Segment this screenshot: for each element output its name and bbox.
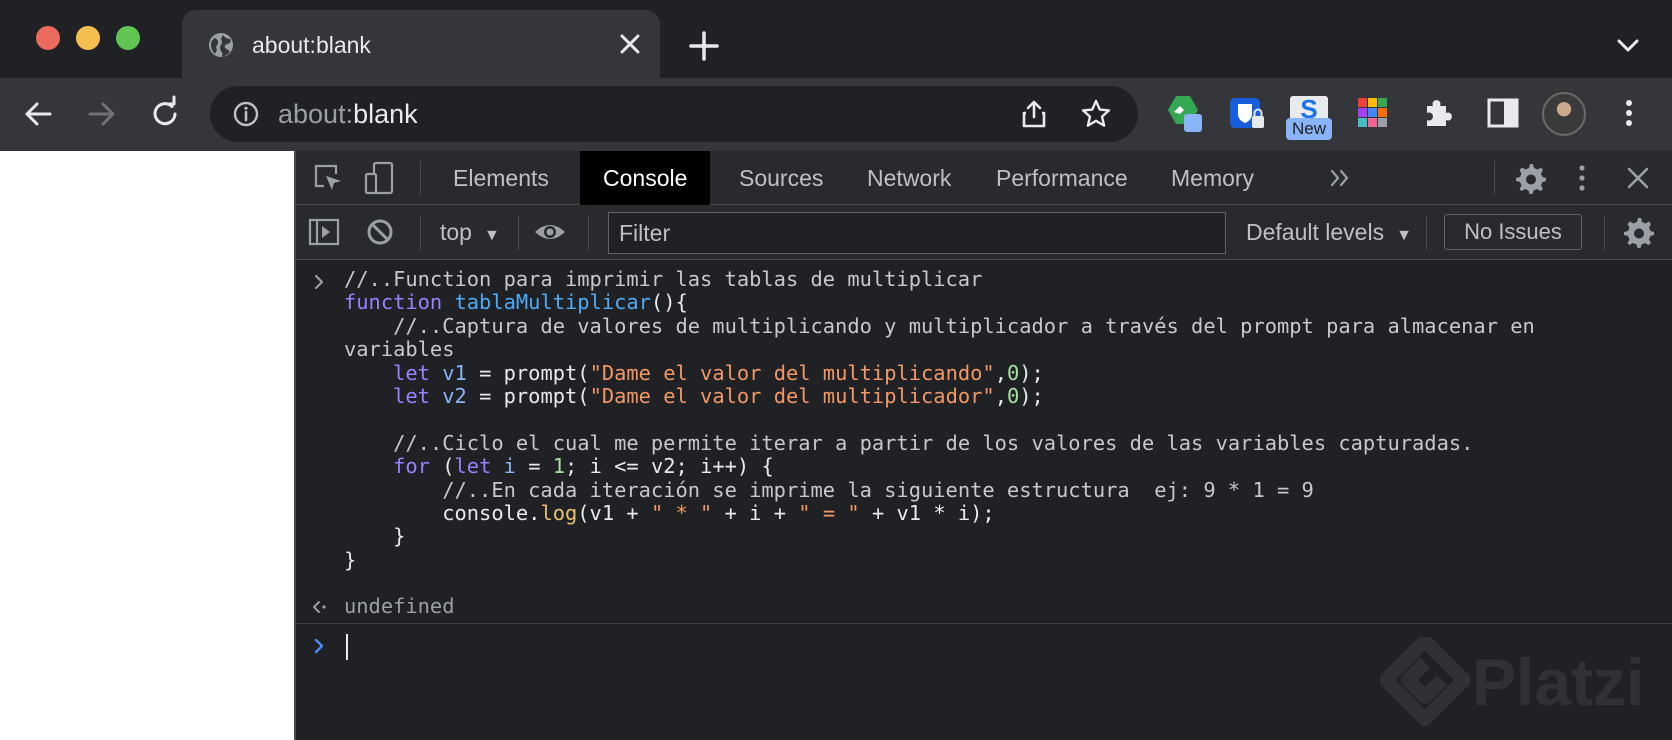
minimize-window-button[interactable] <box>76 26 100 50</box>
platzi-logo-icon <box>1379 634 1471 726</box>
chevron-down-icon[interactable] <box>1612 30 1644 62</box>
password-manager-icon[interactable] <box>1226 92 1268 134</box>
globe-icon <box>209 33 233 57</box>
tab-console[interactable]: Console <box>580 151 711 205</box>
separator <box>420 216 421 250</box>
code-line: //..Function para imprimir las tablas de… <box>344 267 983 291</box>
address-bar[interactable]: about:blank <box>210 86 1138 142</box>
separator <box>1494 161 1495 195</box>
separator <box>1426 216 1427 250</box>
platzi-watermark: Platzi <box>1379 634 1650 731</box>
prompt-chevron-icon <box>314 638 324 654</box>
tab-strip: about:blank <box>0 0 1672 78</box>
separator <box>420 161 421 195</box>
code-line: } <box>344 524 406 549</box>
sidebar-toggle-icon[interactable] <box>306 214 342 250</box>
forward-arrow-icon[interactable] <box>82 94 122 134</box>
new-tab-button[interactable] <box>684 26 724 66</box>
context-label: top <box>440 219 472 245</box>
code-line: } <box>344 547 357 572</box>
text-cursor <box>346 634 348 660</box>
close-devtools-icon[interactable] <box>1620 160 1656 196</box>
maximize-window-button[interactable] <box>116 26 140 50</box>
code-line: //..Captura de valores de multiplicando … <box>344 313 1548 362</box>
browser-tab[interactable]: about:blank <box>182 10 660 78</box>
url-text: about:blank <box>278 99 418 129</box>
tab-elements[interactable]: Elements <box>430 151 572 205</box>
separator <box>518 216 519 250</box>
new-badge: New <box>1286 118 1332 140</box>
caret-down-icon: ▼ <box>1396 227 1412 244</box>
log-levels-dropdown[interactable]: Default levels ▼ <box>1246 218 1412 250</box>
url-host: blank <box>353 99 418 129</box>
code-line: function tablaMultiplicar(){ <box>344 290 688 315</box>
green-extension-icon[interactable] <box>1162 92 1204 134</box>
code-block: //..Function para imprimir las tablas de… <box>344 267 1634 572</box>
code-line: let v1 = prompt("Dame el valor del multi… <box>393 360 1044 385</box>
inspect-element-icon[interactable] <box>310 160 346 196</box>
issues-button[interactable]: No Issues <box>1444 214 1582 250</box>
console-result-message: undefined <box>296 591 1672 623</box>
reload-icon[interactable] <box>146 94 186 134</box>
separator <box>1604 216 1605 250</box>
tab-sources[interactable]: Sources <box>716 151 846 205</box>
settings-gear-icon[interactable] <box>1512 160 1548 196</box>
clear-console-icon[interactable] <box>362 214 398 250</box>
back-arrow-icon[interactable] <box>18 94 58 134</box>
levels-label: Default levels <box>1246 219 1385 245</box>
console-filter-bar: top ▼ Default levels ▼ No Issues <box>296 205 1672 260</box>
code-line: for (let i = 1; i <= v2; i++) { <box>393 454 774 479</box>
console-settings-gear-icon[interactable] <box>1620 214 1656 250</box>
tab-performance[interactable]: Performance <box>973 151 1151 205</box>
code-line: //..Ciclo el cual me permite iterar a pa… <box>344 430 1474 455</box>
share-icon[interactable] <box>1018 98 1050 130</box>
tab-network[interactable]: Network <box>844 151 974 205</box>
info-icon[interactable] <box>232 100 260 128</box>
more-vertical-icon[interactable] <box>1564 160 1600 196</box>
device-toolbar-icon[interactable] <box>362 160 398 196</box>
close-icon[interactable] <box>614 28 646 60</box>
more-vertical-icon[interactable] <box>1608 92 1650 134</box>
url-scheme: about: <box>278 99 354 129</box>
puzzle-extensions-icon[interactable] <box>1418 92 1460 134</box>
color-grid-extension-icon[interactable] <box>1352 92 1394 134</box>
caret-down-icon: ▼ <box>483 227 500 244</box>
page-content[interactable] <box>0 151 294 740</box>
watermark-text: Platzi <box>1472 645 1645 719</box>
console-input-message: //..Function para imprimir las tablas de… <box>296 260 1672 591</box>
browser-toolbar: about:blank S New <box>0 78 1672 151</box>
code-line: console.log(v1 + " * " + i + " = " + v1 … <box>344 501 995 526</box>
eye-icon[interactable] <box>532 214 568 250</box>
tab-title: about:blank <box>252 32 371 58</box>
code-line: let v2 = prompt("Dame el valor del multi… <box>393 384 1044 409</box>
result-value: undefined <box>344 594 455 618</box>
tab-memory[interactable]: Memory <box>1148 151 1277 205</box>
bookmark-star-icon[interactable] <box>1080 98 1112 130</box>
more-tabs-chevron-icon[interactable] <box>1324 160 1360 196</box>
profile-avatar[interactable] <box>1542 92 1586 136</box>
devtools-tabbar: Elements Console Sources Network Perform… <box>296 151 1672 205</box>
context-selector[interactable]: top ▼ <box>440 218 500 250</box>
result-arrow-icon <box>313 601 326 613</box>
filter-field[interactable] <box>608 212 1226 254</box>
filter-input[interactable] <box>609 213 1225 253</box>
code-line: //..En cada iteración se imprime la sigu… <box>344 477 1314 502</box>
separator <box>588 216 589 250</box>
input-chevron-icon <box>314 274 324 290</box>
close-window-button[interactable] <box>36 26 60 50</box>
side-panel-icon[interactable] <box>1482 92 1524 134</box>
